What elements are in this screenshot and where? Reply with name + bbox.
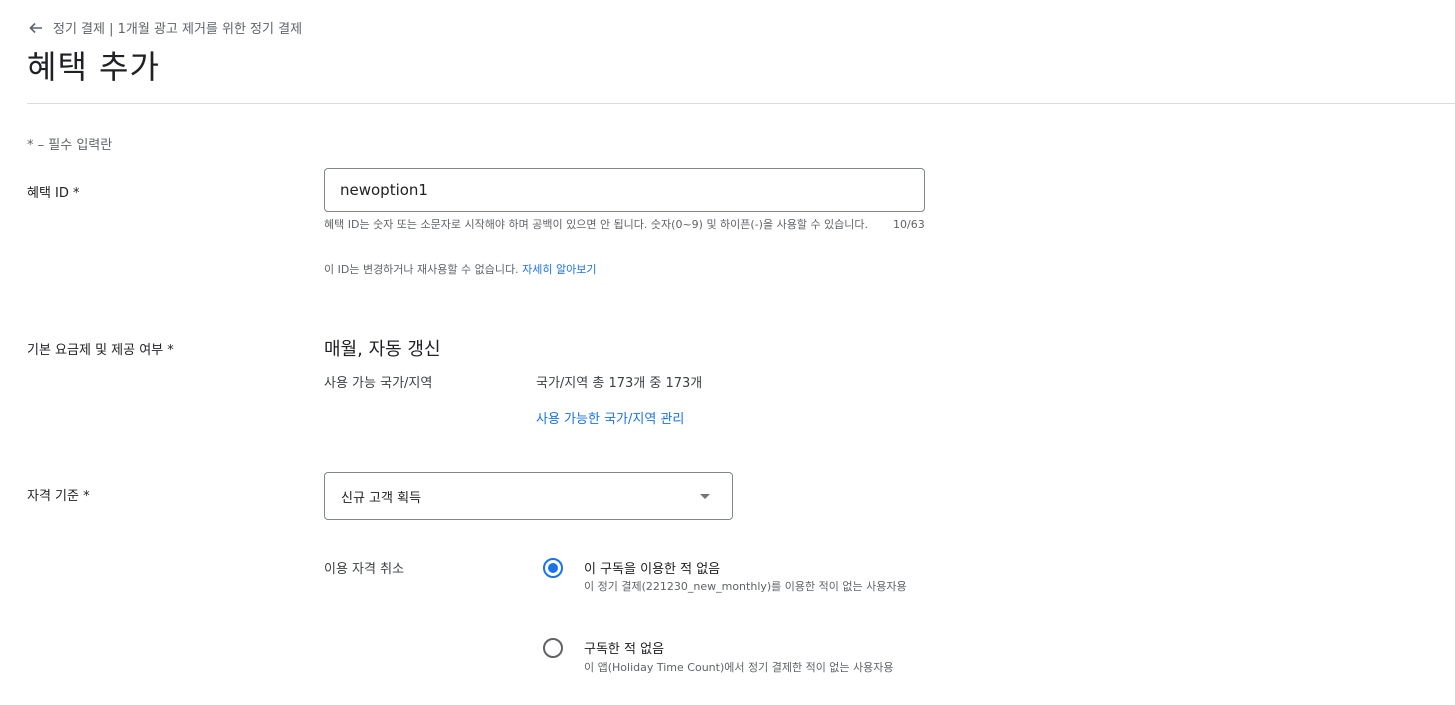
eligibility-cancel-label: 이용 자격 취소 (324, 562, 405, 577)
base-plan-label: 기본 요금제 및 제공 여부 * (27, 343, 174, 358)
eligibility-selected-value: 신규 고객 획득 (341, 490, 422, 506)
radio-never-subscribed[interactable] (543, 638, 563, 658)
offer-id-char-counter: 10/63 (893, 218, 925, 231)
breadcrumb-text[interactable]: 정기 결제 | 1개월 광고 제거를 위한 정기 결제 (53, 18, 302, 37)
eligibility-select[interactable]: 신규 고객 획득 (324, 472, 733, 520)
base-plan-title: 매월, 자동 갱신 (324, 339, 441, 360)
radio-option-desc: 이 정기 결제(221230_new_monthly)를 이용한 적이 없는 사… (584, 580, 907, 593)
breadcrumb: 정기 결제 | 1개월 광고 제거를 위한 정기 결제 (28, 18, 302, 37)
manage-countries-link[interactable]: 사용 가능한 국가/지역 관리 (536, 408, 684, 427)
eligibility-label: 자격 기준 * (27, 489, 90, 504)
availability-value: 국가/지역 총 173개 중 173개 (536, 376, 703, 391)
offer-id-label: 혜택 ID * (27, 186, 80, 201)
offer-id-note-text: 이 ID는 변경하거나 재사용할 수 없습니다. (324, 263, 523, 276)
learn-more-link[interactable]: 자세히 알아보기 (522, 263, 596, 276)
dropdown-arrow-icon (700, 494, 710, 499)
back-arrow-icon[interactable] (28, 20, 44, 36)
radio-option-title: 이 구독을 이용한 적 없음 (584, 562, 721, 577)
page: 정기 결제 | 1개월 광고 제거를 위한 정기 결제 혜택 추가 * – 필수… (0, 0, 1455, 705)
offer-id-input[interactable] (340, 181, 900, 199)
radio-option-title: 구독한 적 없음 (584, 642, 665, 657)
offer-id-field[interactable] (324, 168, 925, 212)
offer-id-helper-text: 혜택 ID는 숫자 또는 소문자로 시작해야 하며 공백이 있으면 안 됩니다.… (324, 218, 869, 231)
radio-option-desc: 이 앱(Holiday Time Count)에서 정기 결제한 적이 없는 사… (584, 661, 894, 674)
offer-id-note: 이 ID는 변경하거나 재사용할 수 없습니다. 자세히 알아보기 (324, 261, 596, 277)
required-note: * – 필수 입력란 (27, 138, 113, 153)
radio-never-used-subscription[interactable] (543, 558, 563, 578)
page-title: 혜택 추가 (27, 48, 160, 86)
availability-label: 사용 가능 국가/지역 (324, 376, 433, 391)
header-divider (27, 103, 1455, 104)
